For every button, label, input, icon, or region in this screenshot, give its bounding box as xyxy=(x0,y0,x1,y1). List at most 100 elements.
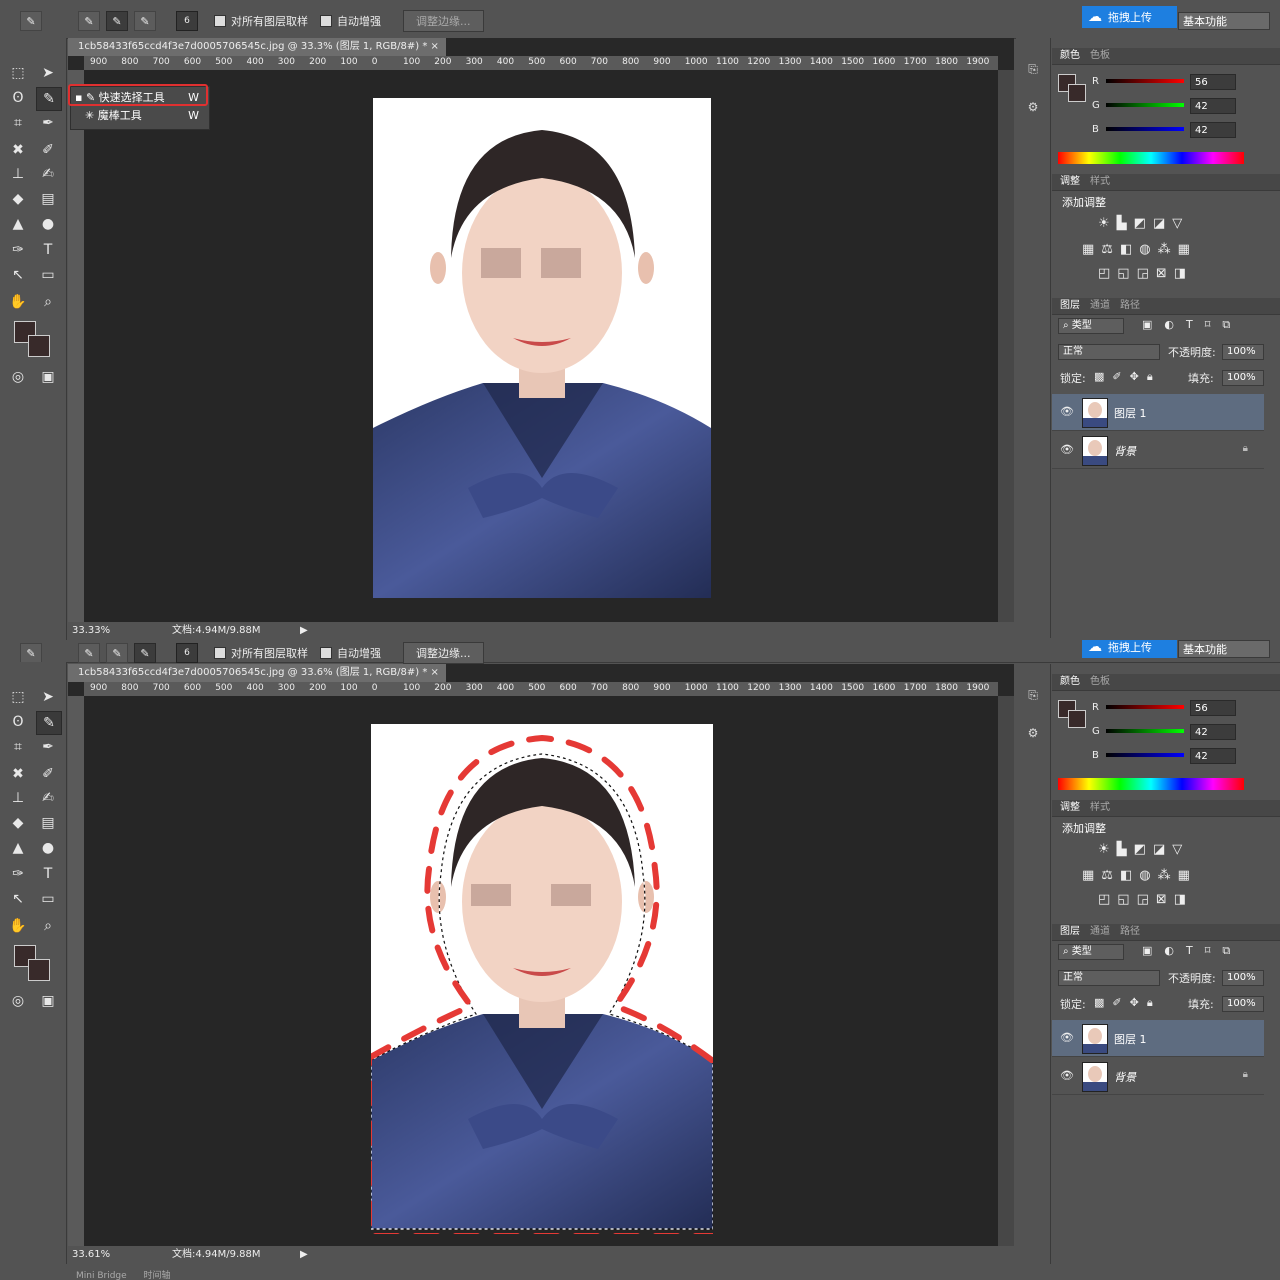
lasso-icon[interactable]: ʘ xyxy=(6,87,30,109)
tab-adjustments[interactable]: 调整 xyxy=(1060,800,1080,816)
tab-channels[interactable]: 通道 xyxy=(1090,924,1110,940)
add-selection-icon[interactable]: ✎ xyxy=(106,11,128,31)
canvas[interactable] xyxy=(84,696,998,1248)
slider-g[interactable]: G 42 xyxy=(1092,724,1272,742)
gradient-icon[interactable]: ▤ xyxy=(36,812,60,834)
color-spectrum[interactable] xyxy=(1058,152,1244,164)
threshold-icon[interactable]: ◲ xyxy=(1137,892,1149,907)
type-icon[interactable]: T xyxy=(36,239,60,261)
adjust-filter-icon[interactable]: ◐ xyxy=(1164,318,1174,332)
invert-icon[interactable]: ◰ xyxy=(1098,892,1110,907)
layer-kind-filter[interactable]: ⌕ 类型 xyxy=(1058,944,1124,960)
properties-icon[interactable]: ⚙ xyxy=(1024,100,1042,118)
brightness-icon[interactable]: ☀ xyxy=(1098,842,1110,857)
eraser-icon[interactable]: ◆ xyxy=(6,812,30,834)
slider-b[interactable]: B 42 xyxy=(1092,748,1272,766)
layer-kind-filter[interactable]: ⌕ 类型 xyxy=(1058,318,1124,334)
document-tab[interactable]: 1cb58433f65ccd4f3e7d0005706545c.jpg @ 33… xyxy=(68,664,446,682)
move-icon[interactable]: ➤ xyxy=(36,62,60,84)
exposure-icon[interactable]: ◪ xyxy=(1153,842,1165,857)
vertical-scrollbar[interactable] xyxy=(998,696,1014,1248)
layer-row[interactable]: 👁︎ 背景 🔒︎ xyxy=(1052,1058,1264,1095)
levels-icon[interactable]: ▙ xyxy=(1117,216,1127,231)
pixel-filter-icon[interactable]: ▣ xyxy=(1142,944,1152,958)
status-arrow-icon[interactable]: ▶ xyxy=(300,1246,308,1264)
eye-icon[interactable]: 👁︎ xyxy=(1060,443,1074,456)
blend-mode-select[interactable]: 正常 xyxy=(1058,344,1160,360)
zoom-icon[interactable]: ⌕ xyxy=(36,915,60,937)
slider-g[interactable]: G 42 xyxy=(1092,98,1272,116)
brush-icon[interactable]: ✐ xyxy=(36,139,60,161)
shape-filter-icon[interactable]: ⌑ xyxy=(1205,944,1211,958)
photo-filter-icon[interactable]: ◍ xyxy=(1139,242,1150,257)
quick-mask-icon[interactable]: ◎ xyxy=(6,990,30,1012)
history-brush-icon[interactable]: ✍ xyxy=(36,787,60,809)
value-r[interactable]: 56 xyxy=(1190,74,1236,90)
marquee-icon[interactable]: ⬚ xyxy=(6,62,30,84)
type-filter-icon[interactable]: T xyxy=(1186,944,1193,958)
tab-color[interactable]: 颜色 xyxy=(1060,48,1080,64)
blur-icon[interactable]: ▲ xyxy=(6,837,30,859)
workspace-select[interactable]: 基本功能 xyxy=(1178,12,1270,30)
tab-timeline[interactable]: 时间轴 xyxy=(144,1271,171,1280)
color-spectrum[interactable] xyxy=(1058,778,1244,790)
dodge-icon[interactable]: ● xyxy=(36,213,60,235)
eyedropper-icon[interactable]: ✒ xyxy=(36,112,60,134)
eye-icon[interactable]: 👁︎ xyxy=(1060,405,1074,418)
subtract-selection-icon[interactable]: ✎ xyxy=(134,643,156,663)
levels-icon[interactable]: ▙ xyxy=(1117,842,1127,857)
posterize-icon[interactable]: ◱ xyxy=(1117,892,1129,907)
rectangle-icon[interactable]: ▭ xyxy=(36,888,60,910)
layer-row[interactable]: 👁︎ 图层 1 xyxy=(1052,394,1264,431)
vertical-scrollbar[interactable] xyxy=(998,70,1014,622)
tab-styles[interactable]: 样式 xyxy=(1090,800,1110,816)
eraser-icon[interactable]: ◆ xyxy=(6,188,30,210)
panel-background-swatch[interactable] xyxy=(1068,84,1086,102)
balance-icon[interactable]: ⚖ xyxy=(1101,868,1113,883)
lock-position-icon[interactable]: ✥ xyxy=(1130,370,1139,384)
document-tab[interactable]: 1cb58433f65ccd4f3e7d0005706545c.jpg @ 33… xyxy=(68,38,446,56)
opacity-input[interactable]: 100% xyxy=(1222,970,1264,986)
smart-filter-icon[interactable]: ⧉ xyxy=(1222,944,1230,958)
slider-r[interactable]: R 56 xyxy=(1092,700,1272,718)
auto-enhance-checkbox[interactable]: 自动增强 xyxy=(320,13,381,29)
history-icon[interactable]: ⎘ xyxy=(1024,62,1042,80)
gradient-icon[interactable]: ▤ xyxy=(36,188,60,210)
value-r[interactable]: 56 xyxy=(1190,700,1236,716)
value-g[interactable]: 42 xyxy=(1190,98,1236,114)
crop-icon[interactable]: ⌗ xyxy=(6,736,30,758)
new-selection-icon[interactable]: ✎ xyxy=(78,11,100,31)
status-arrow-icon[interactable]: ▶ xyxy=(300,622,308,640)
layer-row[interactable]: 👁︎ 背景 🔒︎ xyxy=(1052,432,1264,469)
fill-input[interactable]: 100% xyxy=(1222,996,1264,1012)
bw-icon[interactable]: ◧ xyxy=(1120,242,1132,257)
bw-icon[interactable]: ◧ xyxy=(1120,868,1132,883)
posterize-icon[interactable]: ◱ xyxy=(1117,266,1129,281)
layer-row[interactable]: 👁︎ 图层 1 xyxy=(1052,1020,1264,1057)
lock-transparent-icon[interactable]: ▩ xyxy=(1094,370,1104,384)
add-selection-icon[interactable]: ✎ xyxy=(106,643,128,663)
value-b[interactable]: 42 xyxy=(1190,122,1236,138)
brush-icon[interactable]: ✐ xyxy=(36,763,60,785)
lookup-icon[interactable]: ▦ xyxy=(1178,242,1190,257)
opacity-input[interactable]: 100% xyxy=(1222,344,1264,360)
hand-icon[interactable]: ✋ xyxy=(6,915,30,937)
tab-layers[interactable]: 图层 xyxy=(1060,924,1080,940)
invert-icon[interactable]: ◰ xyxy=(1098,266,1110,281)
upload-button[interactable]: ☁ 拖拽上传 xyxy=(1082,6,1177,28)
crop-icon[interactable]: ⌗ xyxy=(6,112,30,134)
path-selection-icon[interactable]: ↖ xyxy=(6,888,30,910)
marquee-icon[interactable]: ⬚ xyxy=(6,686,30,708)
value-g[interactable]: 42 xyxy=(1190,724,1236,740)
type-filter-icon[interactable]: T xyxy=(1186,318,1193,332)
history-brush-icon[interactable]: ✍ xyxy=(36,163,60,185)
tab-mini-bridge[interactable]: Mini Bridge xyxy=(76,1271,127,1280)
adjust-filter-icon[interactable]: ◐ xyxy=(1164,944,1174,958)
lock-all-icon[interactable]: 🔒︎ xyxy=(1147,996,1153,1010)
refine-edge-button[interactable]: 调整边缘... xyxy=(403,642,484,664)
tab-color[interactable]: 颜色 xyxy=(1060,674,1080,690)
pen-icon[interactable]: ✑ xyxy=(6,239,30,261)
blend-mode-select[interactable]: 正常 xyxy=(1058,970,1160,986)
eyedropper-icon[interactable]: ✒ xyxy=(36,736,60,758)
fill-input[interactable]: 100% xyxy=(1222,370,1264,386)
